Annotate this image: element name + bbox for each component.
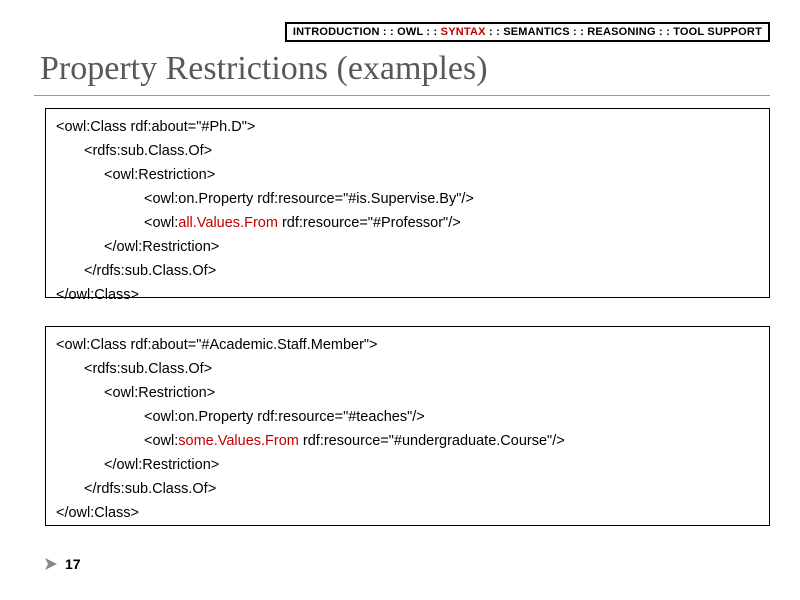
nav-item: OWL <box>397 26 423 38</box>
code-example-2: <owl:Class rdf:about="#Academic.Staff.Me… <box>45 326 770 526</box>
keyword-allvaluesfrom: all.Values.From <box>178 215 278 231</box>
nav-sep: : : <box>423 26 441 38</box>
nav-item: INTRODUCTION <box>293 26 380 38</box>
nav-sep: : : <box>656 26 674 38</box>
page-number: 17 <box>65 556 81 572</box>
code-example-1: <owl:Class rdf:about="#Ph.D"> <rdfs:sub.… <box>45 108 770 298</box>
nav-sep: : : <box>486 26 504 38</box>
code-line: <owl:Restriction> <box>56 381 759 405</box>
code-line: </rdfs:sub.Class.Of> <box>56 477 759 501</box>
code-line: </owl:Class> <box>56 501 759 525</box>
nav-sep: : : <box>570 26 588 38</box>
code-line: </owl:Restriction> <box>56 453 759 477</box>
nav-item: REASONING <box>587 26 655 38</box>
nav-item: SYNTAX <box>441 26 486 38</box>
page-title: Property Restrictions (examples) <box>40 50 488 88</box>
code-line: <owl:Class rdf:about="#Academic.Staff.Me… <box>56 333 759 357</box>
nav-item: TOOL SUPPORT <box>673 26 762 38</box>
code-line: <rdfs:sub.Class.Of> <box>56 357 759 381</box>
code-line: </rdfs:sub.Class.Of> <box>56 259 759 283</box>
code-line: <owl:on.Property rdf:resource="#is.Super… <box>56 187 759 211</box>
page-footer: 17 <box>45 556 81 572</box>
code-line: <owl:all.Values.From rdf:resource="#Prof… <box>56 211 759 235</box>
nav-item: SEMANTICS <box>503 26 570 38</box>
breadcrumb-nav: INTRODUCTION : : OWL : : SYNTAX : : SEMA… <box>285 22 770 42</box>
keyword-somevaluesfrom: some.Values.From <box>178 433 299 449</box>
code-line: <owl:some.Values.From rdf:resource="#und… <box>56 429 759 453</box>
code-line: </owl:Restriction> <box>56 235 759 259</box>
arrow-right-icon <box>45 558 59 570</box>
code-line: </owl:Class> <box>56 283 759 307</box>
title-divider <box>34 95 770 96</box>
code-line: <owl:Restriction> <box>56 163 759 187</box>
code-line: <owl:on.Property rdf:resource="#teaches"… <box>56 405 759 429</box>
code-line: <rdfs:sub.Class.Of> <box>56 139 759 163</box>
nav-sep: : : <box>380 26 398 38</box>
code-line: <owl:Class rdf:about="#Ph.D"> <box>56 115 759 139</box>
